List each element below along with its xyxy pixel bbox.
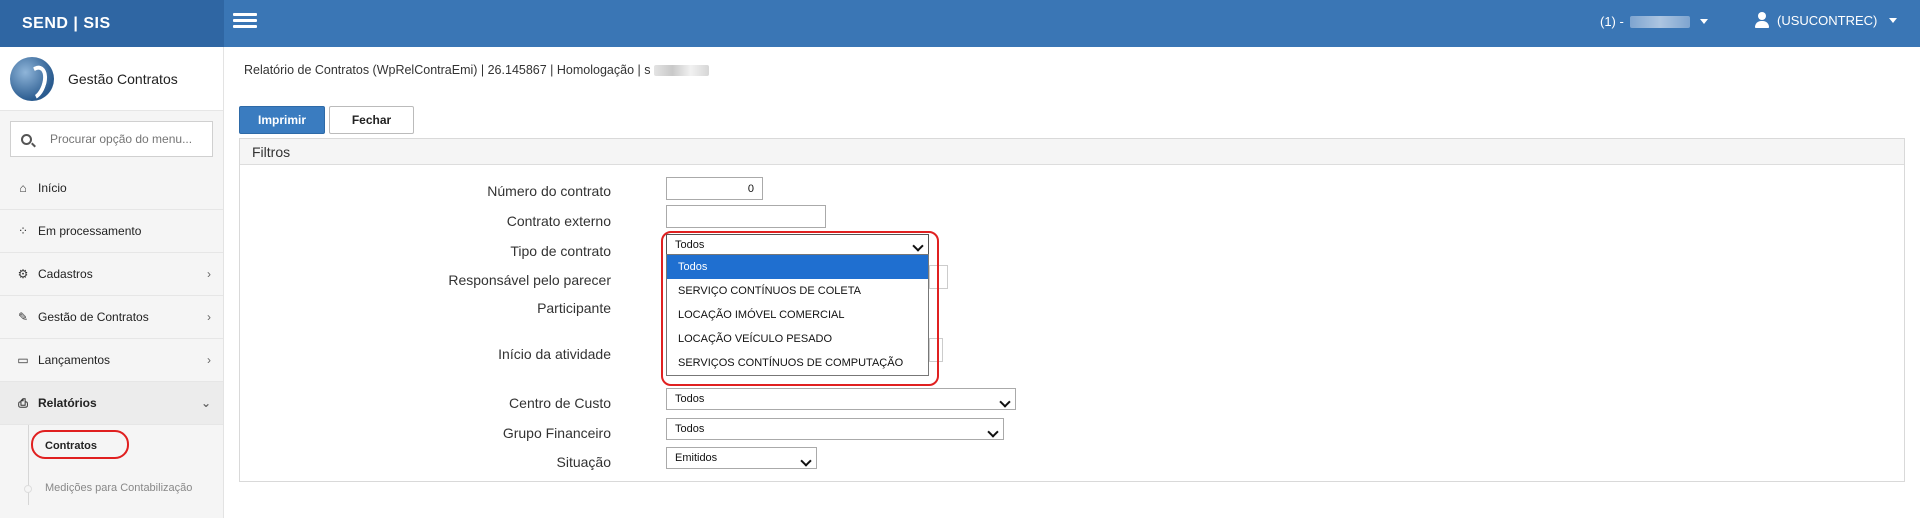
sidebar-item-gestao-contratos[interactable]: ✎ Gestão de Contratos › [0, 296, 223, 339]
session-label: (1) - [1600, 14, 1624, 29]
numero-contrato-input[interactable]: 0 [666, 177, 763, 200]
search-icon [21, 133, 32, 145]
company-logo-icon [10, 56, 54, 101]
dropdown-option[interactable]: LOCAÇÃO VEÍCULO PESADO [667, 327, 928, 351]
home-icon: ⌂ [19, 181, 27, 195]
tree-node-icon [24, 485, 32, 493]
brand-logo-text[interactable]: SEND | SIS [0, 0, 224, 47]
sidebar-item-inicio[interactable]: ⌂ Início [0, 167, 223, 210]
annotation-highlight-circle [31, 430, 129, 459]
menu-toggle-icon[interactable] [233, 13, 257, 31]
dropdown-option[interactable]: LOCAÇÃO IMÓVEL COMERCIAL [667, 303, 928, 327]
chevron-down-icon: ⌄ [200, 396, 211, 410]
submenu-item-contratos[interactable]: Contratos [0, 425, 223, 467]
dropdown-option[interactable]: SERVIÇO CONTÍNUOS DE COLETA [667, 279, 928, 303]
sidebar-item-label: Cadastros [38, 267, 93, 281]
sidebar-item-cadastros[interactable]: ⚙ Cadastros › [0, 253, 223, 296]
label-responsavel: Responsável pelo parecer [448, 272, 611, 288]
sidebar-item-label: Início [38, 181, 67, 195]
caret-down-icon [1889, 17, 1898, 23]
user-menu[interactable]: (USUCONTREC) [1755, 12, 1898, 28]
submenu-item-medicoes[interactable]: Medições para Contabilização [0, 467, 223, 509]
breadcrumb-text: Relatório de Contratos (WpRelContraEmi) … [244, 63, 651, 77]
gears-icon: ⚙ [17, 267, 29, 281]
sidebar: Gestão Contratos ⌂ Início ⁘ Em processam… [0, 47, 224, 518]
label-inicio-atividade: Início da atividade [498, 346, 611, 362]
label-contrato-externo: Contrato externo [506, 213, 611, 229]
menu-search-input[interactable] [50, 132, 210, 146]
label-centro-custo: Centro de Custo [509, 395, 611, 411]
dropdown-option[interactable]: SERVIÇOS CONTÍNUOS DE COMPUTAÇÃO [667, 351, 928, 375]
label-grupo-financeiro: Grupo Financeiro [502, 425, 611, 441]
label-tipo-contrato: Tipo de contrato [510, 243, 611, 259]
breadcrumb: Relatório de Contratos (WpRelContraEmi) … [244, 63, 710, 77]
main-content: Relatório de Contratos (WpRelContraEmi) … [225, 47, 1920, 518]
laptop-icon: ▭ [17, 353, 29, 367]
tipo-contrato-dropdown-list: Todos SERVIÇO CONTÍNUOS DE COLETA LOCAÇÃ… [666, 254, 929, 376]
edit-icon: ✎ [17, 310, 29, 324]
close-button[interactable]: Fechar [329, 106, 414, 134]
caret-down-icon [1699, 19, 1708, 24]
module-name: Gestão Contratos [68, 70, 178, 87]
sidebar-item-em-processamento[interactable]: ⁘ Em processamento [0, 210, 223, 253]
sidebar-item-label: Gestão de Contratos [38, 310, 149, 324]
user-icon [1755, 12, 1769, 28]
contrato-externo-input[interactable] [666, 205, 826, 228]
chevron-right-icon: › [207, 310, 211, 324]
sidebar-item-label: Relatórios [38, 396, 97, 410]
label-participante: Participante [537, 300, 611, 316]
user-label: (USUCONTREC) [1777, 12, 1878, 28]
label-numero-contrato: Número do contrato [487, 183, 611, 199]
panel-title: Filtros [240, 139, 1904, 165]
dropdown-option[interactable]: Todos [667, 255, 928, 279]
grupo-financeiro-select[interactable]: Todos [666, 418, 1004, 440]
print-icon: ⎙ [18, 395, 28, 410]
situacao-select[interactable]: Emitidos [666, 447, 817, 469]
submenu-item-label: Medições para Contabilização [45, 482, 193, 494]
chevron-right-icon: › [207, 353, 211, 367]
tipo-contrato-select[interactable]: Todos [666, 234, 929, 255]
chevron-right-icon: › [207, 267, 211, 281]
centro-custo-select[interactable]: Todos [666, 388, 1016, 410]
relatorios-submenu: Contratos Medições para Contabilização [0, 425, 223, 509]
print-button[interactable]: Imprimir [239, 106, 325, 134]
top-navbar: SEND | SIS (1) - (USUCONTREC) [0, 0, 1920, 47]
sidebar-item-label: Em processamento [38, 224, 142, 238]
responsavel-select-partial[interactable] [929, 265, 948, 289]
redacted-text [654, 64, 710, 76]
label-situacao: Situação [556, 454, 611, 470]
sidebar-item-lancamentos[interactable]: ▭ Lançamentos › [0, 339, 223, 382]
menu-search[interactable] [10, 121, 213, 157]
spinner-icon: ⁘ [17, 224, 29, 238]
session-dropdown[interactable]: (1) - [1600, 14, 1708, 29]
redacted-text [1629, 15, 1690, 28]
sidebar-item-label: Lançamentos [38, 353, 111, 367]
sidebar-item-relatorios[interactable]: ⎙ Relatórios ⌄ [0, 382, 223, 425]
inicio-atividade-picker-partial[interactable] [929, 338, 943, 362]
module-header: Gestão Contratos [0, 47, 223, 111]
